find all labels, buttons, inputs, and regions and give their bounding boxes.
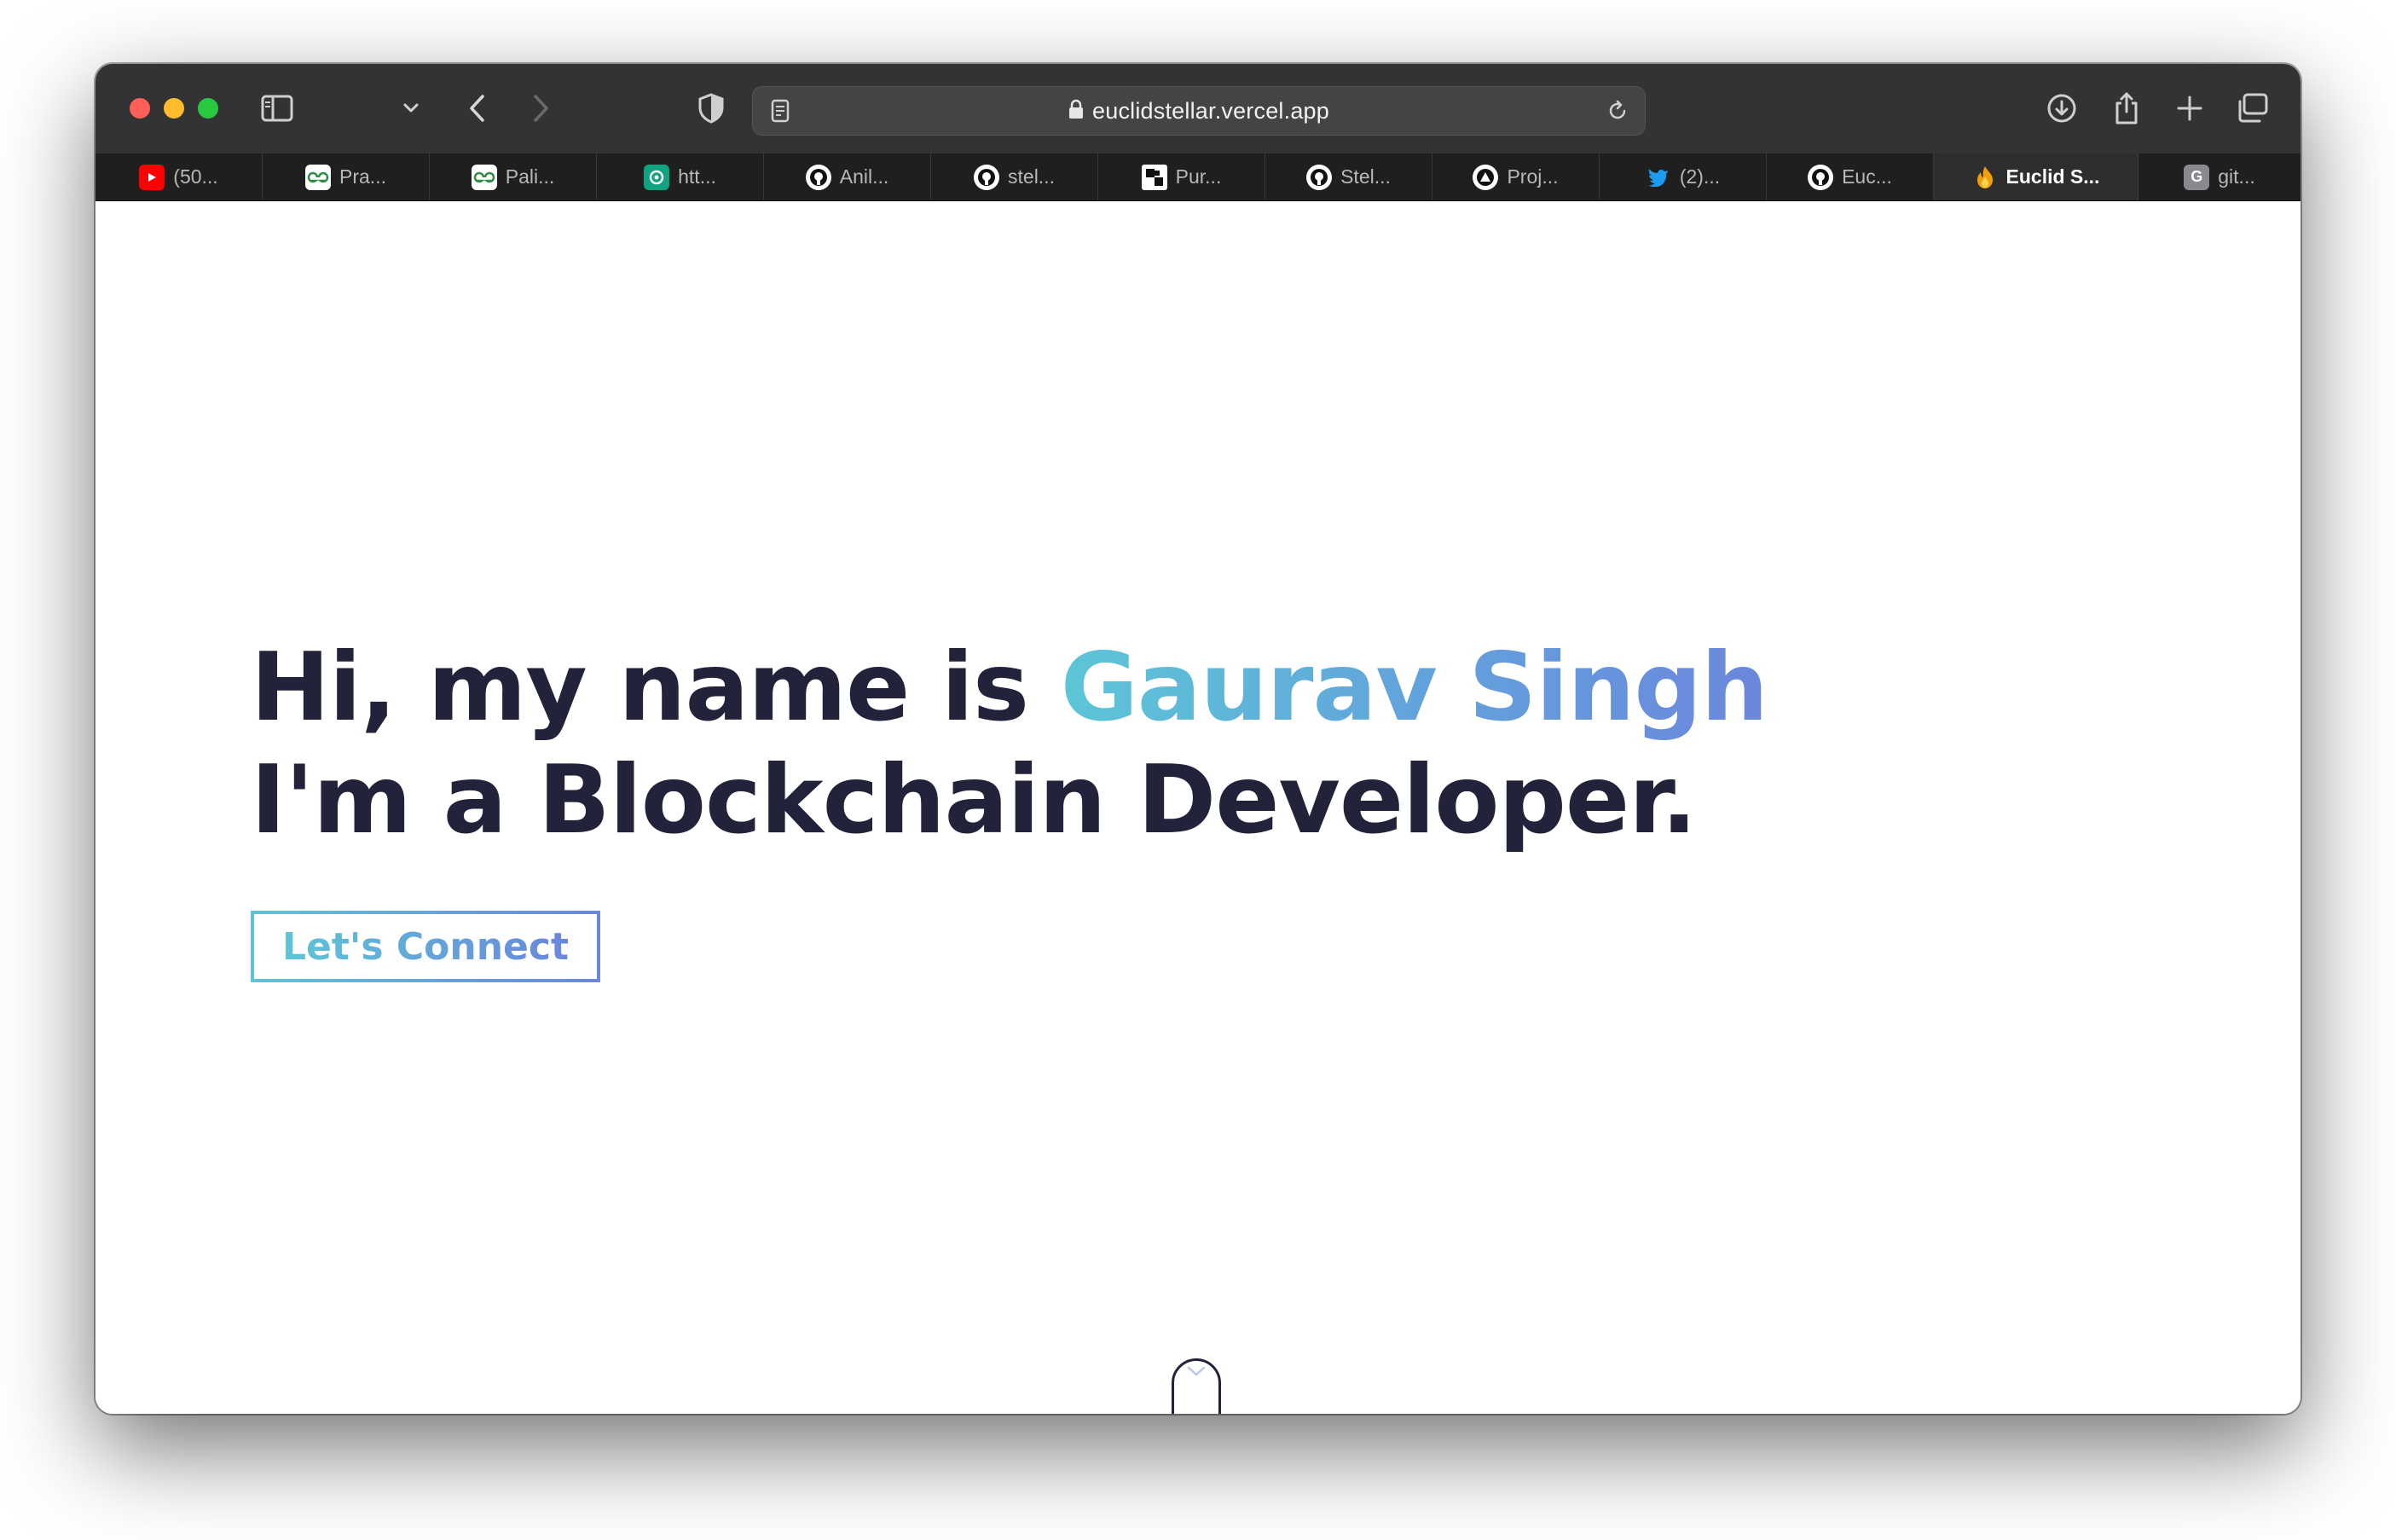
tab-label: (50...: [173, 165, 218, 188]
tab-label: Proj...: [1507, 165, 1559, 188]
tab-overview-icon[interactable]: [2234, 90, 2272, 127]
lets-connect-button[interactable]: Let's Connect: [251, 911, 600, 982]
tab-label: (2)...: [1679, 165, 1721, 188]
tab-label: Pur...: [1175, 165, 1222, 188]
sidebar-icon[interactable]: [259, 90, 297, 127]
tab-label: Pra...: [339, 165, 386, 188]
role-line: I'm a Blockchain Developer.: [251, 745, 1697, 855]
privacy-shield-icon[interactable]: [692, 90, 730, 127]
tab[interactable]: (50...: [95, 153, 263, 200]
lets-connect-label: Let's Connect: [281, 924, 569, 969]
browser-window: euclidstellar.vercel.app (50... Pra... P…: [95, 64, 2301, 1414]
scroll-down-mouse-icon[interactable]: [1172, 1358, 1221, 1414]
tab-label: Pali...: [505, 165, 555, 188]
vercel-icon: [1473, 164, 1499, 190]
hero-heading: Hi, my name is Gaurav Singh I'm a Blockc…: [251, 632, 1768, 857]
intro-line: Hi, my name is Gaurav Singh: [251, 632, 1768, 744]
github-icon: [805, 164, 831, 190]
tab[interactable]: Stel...: [1265, 153, 1432, 200]
url-text-container: euclidstellar.vercel.app: [753, 98, 1645, 125]
tab-active[interactable]: Euclid S...: [1934, 153, 2138, 200]
github-icon: [974, 164, 1000, 190]
tab[interactable]: Anil...: [764, 153, 931, 200]
maximize-window-button[interactable]: [198, 98, 218, 119]
tab-label: htt...: [678, 165, 716, 188]
downloads-icon[interactable]: [2043, 90, 2081, 127]
close-window-button[interactable]: [130, 98, 150, 119]
tab[interactable]: Euc...: [1767, 153, 1934, 200]
tab[interactable]: (2)...: [1600, 153, 1767, 200]
twitter-icon: [1646, 165, 1671, 190]
fire-icon: [1972, 165, 1998, 190]
browser-toolbar: euclidstellar.vercel.app: [95, 64, 2301, 154]
tab[interactable]: Pali...: [430, 153, 597, 200]
chevron-down-icon[interactable]: [401, 90, 421, 127]
tab-label: Euc...: [1842, 165, 1892, 188]
tab-label: Stel...: [1340, 165, 1391, 188]
forward-arrow-icon[interactable]: [522, 90, 559, 127]
tab[interactable]: Pra...: [263, 153, 430, 200]
github-icon: [1306, 164, 1333, 190]
back-arrow-icon[interactable]: [459, 90, 496, 127]
name-highlight: Gaurav Singh: [1060, 633, 1768, 743]
g-icon: G: [2184, 164, 2210, 190]
youtube-icon: [139, 164, 165, 190]
chatgpt-icon: [644, 164, 670, 190]
tab-label: Euclid S...: [2005, 165, 2100, 188]
geeksforgeeks-icon: [305, 164, 332, 190]
tab-label: stel...: [1008, 165, 1055, 188]
tab-label: Anil...: [839, 165, 889, 188]
github-icon: [1808, 164, 1834, 190]
tab[interactable]: G git...: [2138, 153, 2301, 200]
new-tab-plus-icon[interactable]: [2171, 90, 2208, 127]
url-text: euclidstellar.vercel.app: [1092, 98, 1329, 124]
lock-icon: [1068, 99, 1084, 125]
share-icon[interactable]: [2108, 90, 2145, 127]
address-bar[interactable]: euclidstellar.vercel.app: [752, 86, 1646, 136]
greeting-text: Hi, my name is: [251, 633, 1061, 743]
grid-icon: [1141, 164, 1167, 190]
tab[interactable]: htt...: [597, 153, 764, 200]
tab[interactable]: stel...: [931, 153, 1098, 200]
tab[interactable]: Pur...: [1098, 153, 1265, 200]
page-content: Hi, my name is Gaurav Singh I'm a Blockc…: [95, 201, 2301, 1414]
reload-icon[interactable]: [1599, 92, 1636, 130]
minimize-window-button[interactable]: [164, 98, 184, 119]
tab-label: git...: [2218, 165, 2255, 188]
geeksforgeeks-icon: [471, 164, 497, 190]
tab-bar: (50... Pra... Pali... htt... Anil... ste…: [95, 153, 2301, 201]
tab[interactable]: Proj...: [1432, 153, 1600, 200]
